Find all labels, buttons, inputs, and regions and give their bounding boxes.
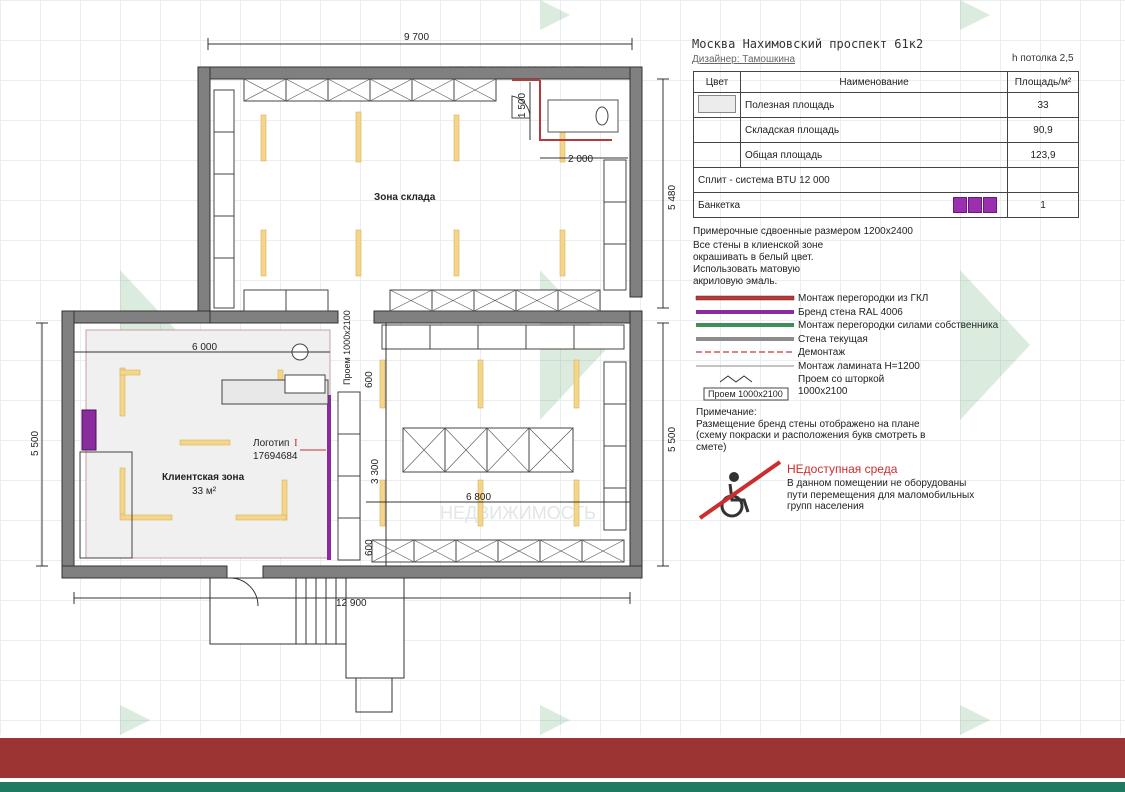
- row-name: Банкетка: [698, 199, 741, 211]
- legend-line-brand: [696, 310, 794, 314]
- row-value: 123,9: [1007, 142, 1079, 168]
- row-name: Полезная площадь: [740, 92, 1008, 118]
- warning-text: В данном помещении не оборудованы пути п…: [787, 478, 1007, 513]
- legend-row-total: Общая площадь 123,9: [693, 142, 1079, 168]
- remark-title: Примечание:: [696, 407, 757, 418]
- legend-row-split: Сплит - система BTU 12 000: [693, 167, 1079, 193]
- brand-wall: [81, 409, 97, 451]
- dim-9700: 9 700: [404, 32, 429, 43]
- wheelchair-icon: [698, 460, 782, 520]
- row-name: Общая площадь: [740, 142, 1008, 168]
- legend-label-laminate: Монтаж ламината H=1200: [798, 361, 920, 372]
- zone-client-label: Клиентская зона: [162, 472, 245, 483]
- note-walls-1: Все стены в клиенской зоне: [693, 240, 824, 251]
- legend-row-bench: Банкетка 1: [693, 192, 1079, 218]
- useful-area-swatch: [698, 94, 736, 113]
- row-value: 1: [1007, 192, 1079, 218]
- row-value: 90,9: [1007, 117, 1079, 143]
- bench-icon: [952, 197, 997, 213]
- legend-label-current: Стена текущая: [798, 334, 868, 345]
- legend-header-row: Цвет Наименование Площадь/м²: [693, 71, 1079, 93]
- legend-line-current: [696, 337, 794, 341]
- reception-desk: [284, 374, 326, 394]
- legend-row-useful: Полезная площадь 33: [693, 92, 1079, 118]
- warning-line-3: групп населения: [787, 501, 864, 512]
- footer-red-band: [0, 738, 1125, 778]
- project-title: Москва Нахимовский проспект 61к2: [692, 37, 924, 51]
- ceiling-height: h потолка 2,5: [1012, 53, 1074, 64]
- dim-600-a: 600: [364, 371, 375, 388]
- remark-line-1: Размещение бренд стены отображено на пла…: [696, 418, 920, 430]
- logo-label: Логотип: [253, 438, 289, 449]
- dim-5500-right: 5 500: [667, 427, 678, 452]
- logo-marker: I: [294, 437, 298, 449]
- zone-storage-label: Зона склада: [374, 192, 436, 203]
- opening-vertical: Проем 1000х2100: [342, 310, 352, 385]
- warning-line-2: пути перемещения для маломобильных: [787, 489, 975, 501]
- legend-curtain-opening: [719, 375, 753, 383]
- notes: Примерочные сдвоенные размером 1200х2400…: [693, 226, 913, 288]
- warning-line-1: В данном помещении не оборудованы: [787, 478, 967, 489]
- warning-title: НЕдоступная среда: [787, 462, 898, 476]
- dim-5500-left: 5 500: [30, 431, 41, 456]
- row-value: [1007, 167, 1079, 193]
- col-color: Цвет: [693, 71, 741, 93]
- note-walls-2: окрашивать в белый цвет.: [693, 252, 814, 263]
- dim-6800: 6 800: [466, 492, 491, 503]
- legend-label-curtain-size: 1000х2100: [798, 386, 848, 397]
- dim-6000: 6 000: [192, 342, 217, 353]
- toilet-icon: [595, 106, 609, 126]
- legend-label-brand: Бренд стена RAL 4006: [798, 307, 903, 318]
- col-name: Наименование: [740, 71, 1008, 93]
- legend-line-gkl: [695, 295, 795, 301]
- legend-label-curtain: Проем со шторкой: [798, 374, 885, 385]
- note-walls-3: Использовать матовую: [693, 264, 800, 275]
- remark-line-2: (схему покраски и расположения букв смот…: [696, 430, 926, 441]
- legend-label-gkl: Монтаж перегородки из ГКЛ: [798, 293, 929, 304]
- row-value: 33: [1007, 92, 1079, 118]
- logo-code: 17694684: [253, 451, 298, 462]
- col-area: Площадь/м²: [1007, 71, 1079, 93]
- dim-5480: 5 480: [667, 185, 678, 210]
- zone-client-area: 33 м²: [192, 486, 217, 497]
- legend-table: Цвет Наименование Площадь/м² Полезная пл…: [693, 71, 1079, 218]
- legend-label-owner: Монтаж перегородки силами собственника: [798, 320, 999, 331]
- note-walls-4: акриловую эмаль.: [693, 276, 778, 287]
- dim-600-b: 600: [364, 539, 375, 556]
- remark-line-3: смете): [696, 441, 727, 453]
- designer-link[interactable]: Дизайнер: Тамошкина: [692, 54, 795, 65]
- remark: Примечание: Размещение бренд стены отобр…: [696, 407, 966, 453]
- legend-line-owner: [696, 323, 794, 327]
- row-name: Сплит - система BTU 12 000: [693, 167, 1008, 193]
- legend-label-demolish: Демонтаж: [798, 347, 846, 358]
- watermark-text-2: НЕДВИЖИМОСТЬ: [440, 503, 596, 523]
- brand-wall-side: [327, 395, 331, 560]
- dim-2000: 2 000: [568, 154, 593, 165]
- legend-row-storage: Складская площадь 90,9: [693, 117, 1079, 143]
- dim-3300: 3 300: [370, 459, 381, 484]
- dim-12900: 12 900: [336, 598, 367, 609]
- footer-green-band: [0, 782, 1125, 792]
- note-shelves: Примерочные сдвоенные размером 1200х2400: [693, 226, 913, 237]
- legend-opening-tag-text: Проем 1000х2100: [708, 389, 783, 399]
- dim-1500: 1 500: [517, 93, 528, 118]
- row-name: Складская площадь: [740, 117, 1008, 143]
